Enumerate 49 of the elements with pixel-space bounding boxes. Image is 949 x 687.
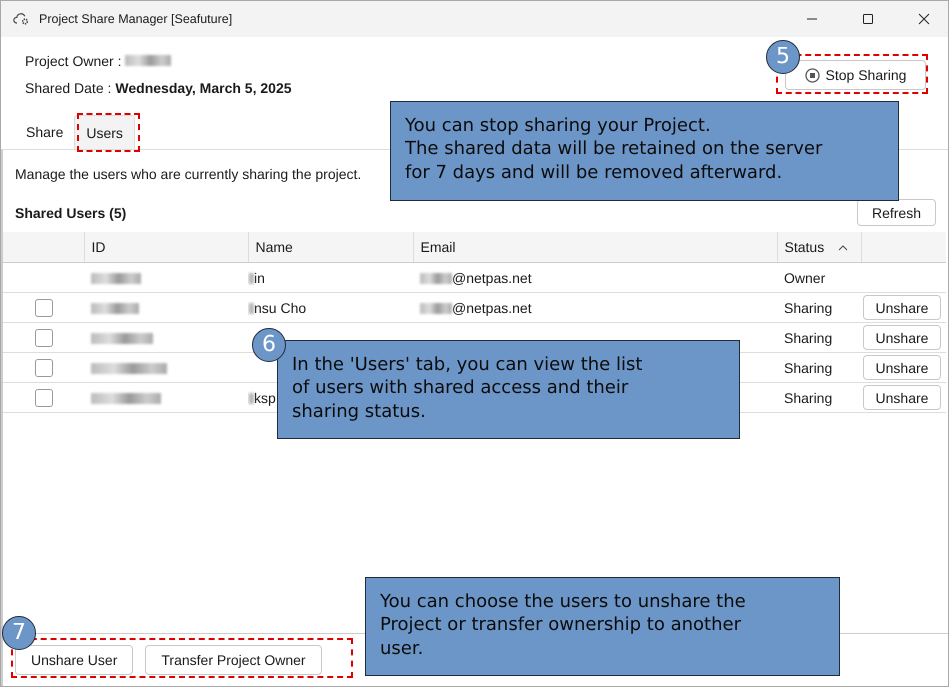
column-header[interactable]: Email bbox=[420, 239, 456, 255]
blurred-text bbox=[248, 273, 254, 284]
user-status: Sharing bbox=[784, 330, 832, 346]
blurred-text bbox=[91, 273, 141, 284]
maximize-icon[interactable] bbox=[862, 13, 874, 25]
description-text: Manage the users who are currently sharing the project. bbox=[15, 166, 362, 182]
user-email: @netpas.net bbox=[452, 270, 532, 286]
blurred-text bbox=[125, 55, 172, 66]
callout-note: You can choose the users to unshare the Project or transfer ownership to another user. bbox=[365, 577, 840, 676]
tab[interactable]: Users bbox=[74, 115, 135, 149]
user-status: Sharing bbox=[784, 300, 832, 316]
window-title: Project Share Manager [Seafuture] bbox=[39, 12, 232, 26]
checkbox[interactable] bbox=[35, 328, 53, 346]
blurred-text bbox=[420, 303, 452, 314]
checkbox[interactable] bbox=[35, 358, 53, 376]
user-email: @netpas.net bbox=[452, 300, 532, 316]
footer-button[interactable]: Transfer Project Owner bbox=[145, 645, 322, 675]
column-header[interactable]: ID bbox=[92, 239, 106, 255]
callout-note: In the 'Users' tab, you can view the list of users with shared access and their sharing status. bbox=[277, 340, 740, 439]
unshare-button[interactable]: Unshare bbox=[863, 385, 941, 410]
footer-button[interactable]: Unshare User bbox=[15, 645, 134, 675]
user-name: in bbox=[254, 270, 265, 286]
shared-date: Wednesday, March 5, 2025 bbox=[115, 80, 292, 96]
refresh-button[interactable]: Refresh bbox=[856, 199, 936, 226]
owner-label: Project Owner : bbox=[25, 52, 122, 68]
blurred-text bbox=[248, 303, 254, 314]
checkbox[interactable] bbox=[35, 298, 53, 316]
column-header[interactable]: Name bbox=[256, 239, 293, 255]
blurred-text bbox=[91, 393, 161, 404]
cloud-gear-icon bbox=[13, 12, 31, 26]
callout-note: You can stop sharing your Project. The shared data will be retained on the server for 7 days and will be removed afterward. bbox=[390, 101, 899, 201]
blurred-text bbox=[91, 333, 153, 344]
unshare-button[interactable]: Unshare bbox=[863, 355, 941, 380]
user-status: Sharing bbox=[784, 390, 832, 406]
stop-icon bbox=[804, 68, 820, 82]
user-status: Sharing bbox=[784, 360, 832, 376]
blurred-text bbox=[91, 303, 139, 314]
user-name: nsu Cho bbox=[254, 300, 306, 316]
blurred-text bbox=[420, 273, 452, 284]
user-name: ksp bbox=[254, 390, 276, 406]
date-label: Shared Date : bbox=[25, 80, 112, 96]
checkbox[interactable] bbox=[35, 388, 53, 406]
tab[interactable]: Share bbox=[15, 115, 74, 149]
user-status: Owner bbox=[784, 270, 826, 286]
blurred-text bbox=[248, 393, 254, 404]
unshare-button[interactable]: Unshare bbox=[863, 295, 941, 320]
unshare-button[interactable]: Unshare bbox=[863, 325, 941, 350]
section-title: Shared Users (5) bbox=[15, 204, 126, 220]
close-icon[interactable] bbox=[918, 13, 930, 25]
